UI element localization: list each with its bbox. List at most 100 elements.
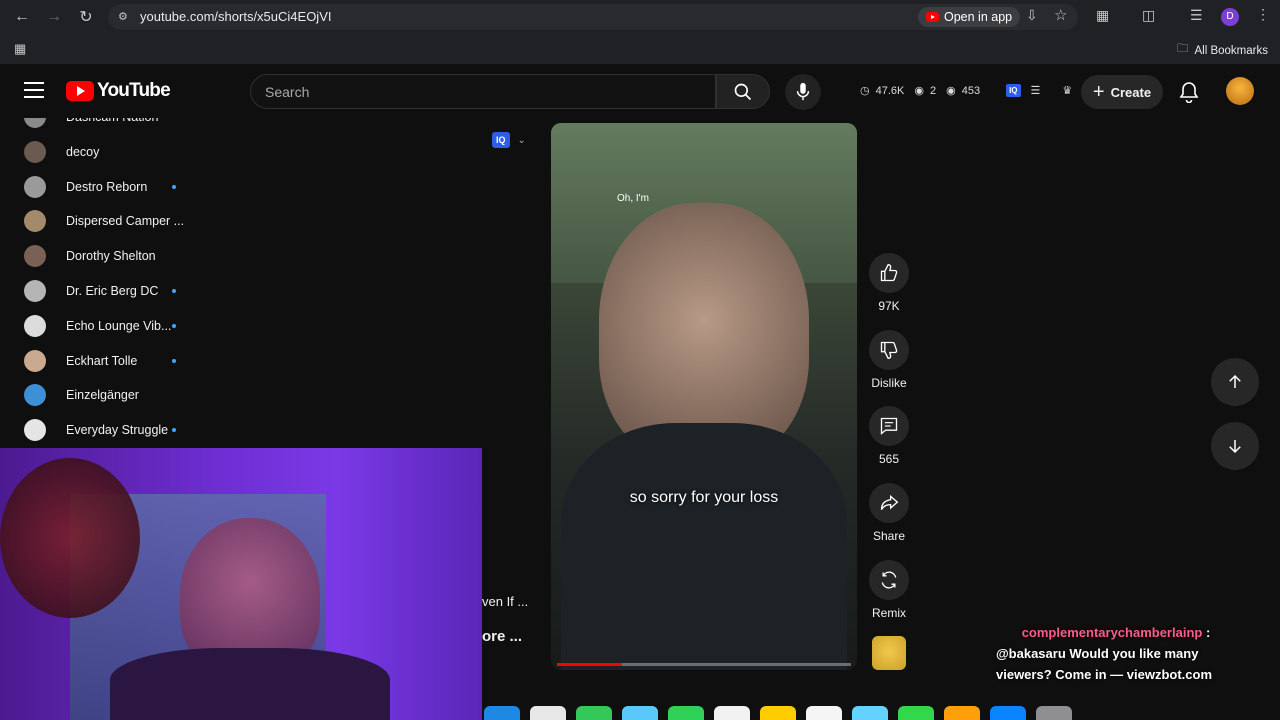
vidiq-icon: IQ <box>492 132 510 148</box>
back-icon[interactable]: ← <box>8 3 36 31</box>
new-content-dot <box>172 289 176 293</box>
sidebar-subscription-item[interactable]: decoy <box>24 140 99 163</box>
channel-name: Dr. Eric Berg DC <box>66 284 159 298</box>
sidebar-subscription-item[interactable]: Dashcam Nation <box>24 118 158 128</box>
channel-avatar <box>24 349 46 372</box>
dock-app-icon[interactable] <box>668 706 704 720</box>
like-count: 97K <box>878 299 900 313</box>
partial-title-2: ore ... <box>482 628 523 645</box>
voice-search-button[interactable] <box>785 74 821 110</box>
share-icon <box>869 483 909 523</box>
search-input[interactable]: Search <box>250 74 716 109</box>
account-avatar[interactable] <box>1226 77 1254 105</box>
comments-button[interactable]: 565 <box>869 406 909 466</box>
dock-app-icon[interactable] <box>1036 706 1072 720</box>
clock-icon: ◷ <box>860 85 870 97</box>
vidiq-icon[interactable]: IQ <box>1006 84 1021 97</box>
like-icon <box>869 253 909 293</box>
sidebar-subscription-item[interactable]: Everyday Struggle <box>24 419 176 442</box>
previous-short-button[interactable] <box>1211 358 1259 406</box>
dock-app-icon[interactable] <box>576 706 612 720</box>
browser-toolbar: ← → ↻ ⚙ youtube.com/shorts/x5uCi4EOjVI O… <box>0 0 1280 34</box>
video-progress-fill <box>557 663 622 666</box>
dock-app-icon[interactable] <box>852 706 888 720</box>
dock-app-icon[interactable] <box>484 706 520 720</box>
reading-list-icon[interactable]: ☰ <box>1190 7 1203 24</box>
channel-avatar <box>24 384 46 407</box>
background-object <box>0 458 140 618</box>
extensions-icon[interactable]: ▦ <box>1096 7 1109 24</box>
channel-name: Einzelgänger <box>66 388 139 403</box>
next-short-button[interactable] <box>1211 422 1259 470</box>
dock-app-icon[interactable] <box>530 706 566 720</box>
sound-thumbnail[interactable] <box>872 636 906 670</box>
like-button[interactable]: 97K <box>869 253 909 313</box>
list-icon[interactable]: ☰ <box>1031 84 1041 97</box>
install-icon[interactable]: ⇩ <box>1026 7 1038 24</box>
share-label: Share <box>872 529 906 543</box>
sidebar-subscription-item[interactable]: Einzelgänger <box>24 384 139 407</box>
dislike-button[interactable]: Dislike <box>866 330 912 390</box>
macos-dock <box>482 706 1242 720</box>
dock-app-icon[interactable] <box>714 706 750 720</box>
youtube-icon <box>926 12 939 22</box>
partial-title-1: ven If ... <box>482 594 529 609</box>
dock-app-icon[interactable] <box>760 706 796 720</box>
address-bar[interactable]: ⚙ youtube.com/shorts/x5uCi4EOjVI Open in… <box>108 4 1078 30</box>
all-bookmarks-button[interactable]: 🗀 All Bookmarks <box>1177 41 1268 60</box>
remix-icon <box>869 560 909 600</box>
stat-hours: 47.6K <box>875 84 905 97</box>
channel-name: Dashcam Nation <box>66 118 158 124</box>
profile-avatar[interactable]: D <box>1221 8 1239 26</box>
sidebar-subscription-item[interactable]: Dorothy Shelton <box>24 245 156 268</box>
menu-kebab-icon[interactable]: ⋮ <box>1256 6 1270 23</box>
video-person-body <box>561 423 847 670</box>
site-settings-icon[interactable]: ⚙ <box>118 10 132 24</box>
remix-button[interactable]: Remix <box>869 560 909 620</box>
dock-app-icon[interactable] <box>622 706 658 720</box>
new-content-dot <box>172 323 176 328</box>
youtube-logo[interactable]: YouTube <box>66 80 171 102</box>
plus-icon: + <box>1092 81 1105 103</box>
dock-app-icon[interactable] <box>944 706 980 720</box>
create-button[interactable]: + Create <box>1081 75 1163 109</box>
search-button[interactable] <box>716 74 770 109</box>
sidebar-subscription-item[interactable]: Dispersed Camper ... <box>24 210 185 233</box>
youtube-header: YouTube Search ◷ 47.6K ◉ 2 ◉ 453 IQ ☰ ♛ … <box>0 64 1280 118</box>
eye-icon: ◉ <box>946 85 956 97</box>
create-label: Create <box>1110 84 1152 100</box>
channel-avatar <box>24 118 46 128</box>
reload-icon[interactable]: ↻ <box>72 3 100 31</box>
dock-app-icon[interactable] <box>806 706 842 720</box>
hamburger-menu-icon[interactable] <box>24 82 44 98</box>
bookmark-star-icon[interactable]: ☆ <box>1054 6 1067 24</box>
url-text: youtube.com/shorts/x5uCi4EOjVI <box>140 9 332 24</box>
sidebar-subscription-item[interactable]: Destro Reborn <box>24 175 176 198</box>
short-video-player[interactable]: Oh, I'm so sorry for your loss <box>551 123 857 670</box>
channel-name: Everyday Struggle <box>66 423 169 438</box>
sidebar-subscription-item[interactable]: Echo Lounge Vib... <box>24 314 176 337</box>
apps-grid-icon[interactable]: ▦ <box>14 41 26 57</box>
trophy-icon[interactable]: ♛ <box>1062 84 1072 97</box>
sidebar-subscription-item[interactable]: Dr. Eric Berg DC <box>24 280 176 302</box>
chat-separator: : <box>1202 625 1211 640</box>
dock-app-icon[interactable] <box>898 706 934 720</box>
open-in-app-label: Open in app <box>944 10 1013 24</box>
cast-icon[interactable]: ◫ <box>1142 7 1155 24</box>
dislike-label: Dislike <box>871 376 907 390</box>
notifications-bell-icon[interactable] <box>1179 81 1199 108</box>
channel-name: Destro Reborn <box>66 179 148 194</box>
video-progress-bar[interactable] <box>557 663 851 666</box>
channel-name: Dispersed Camper ... <box>66 214 185 229</box>
channel-avatar <box>24 419 46 442</box>
search-placeholder: Search <box>265 84 310 100</box>
sidebar-subscription-item[interactable]: Eckhart Tolle <box>24 349 176 372</box>
share-button[interactable]: Share <box>869 483 909 543</box>
forward-icon[interactable]: → <box>40 3 68 31</box>
dock-app-icon[interactable] <box>990 706 1026 720</box>
vidiq-short-badge[interactable]: IQ ⌄ <box>492 132 526 148</box>
stream-stats: ◷ 47.6K ◉ 2 ◉ 453 IQ ☰ ♛ <box>860 84 1072 97</box>
sidebar-subscriptions: Dashcam Nation decoy Destro Reborn Disperse… <box>0 118 250 448</box>
microphone-icon <box>796 82 810 101</box>
open-in-app-button[interactable]: Open in app <box>918 7 1021 27</box>
